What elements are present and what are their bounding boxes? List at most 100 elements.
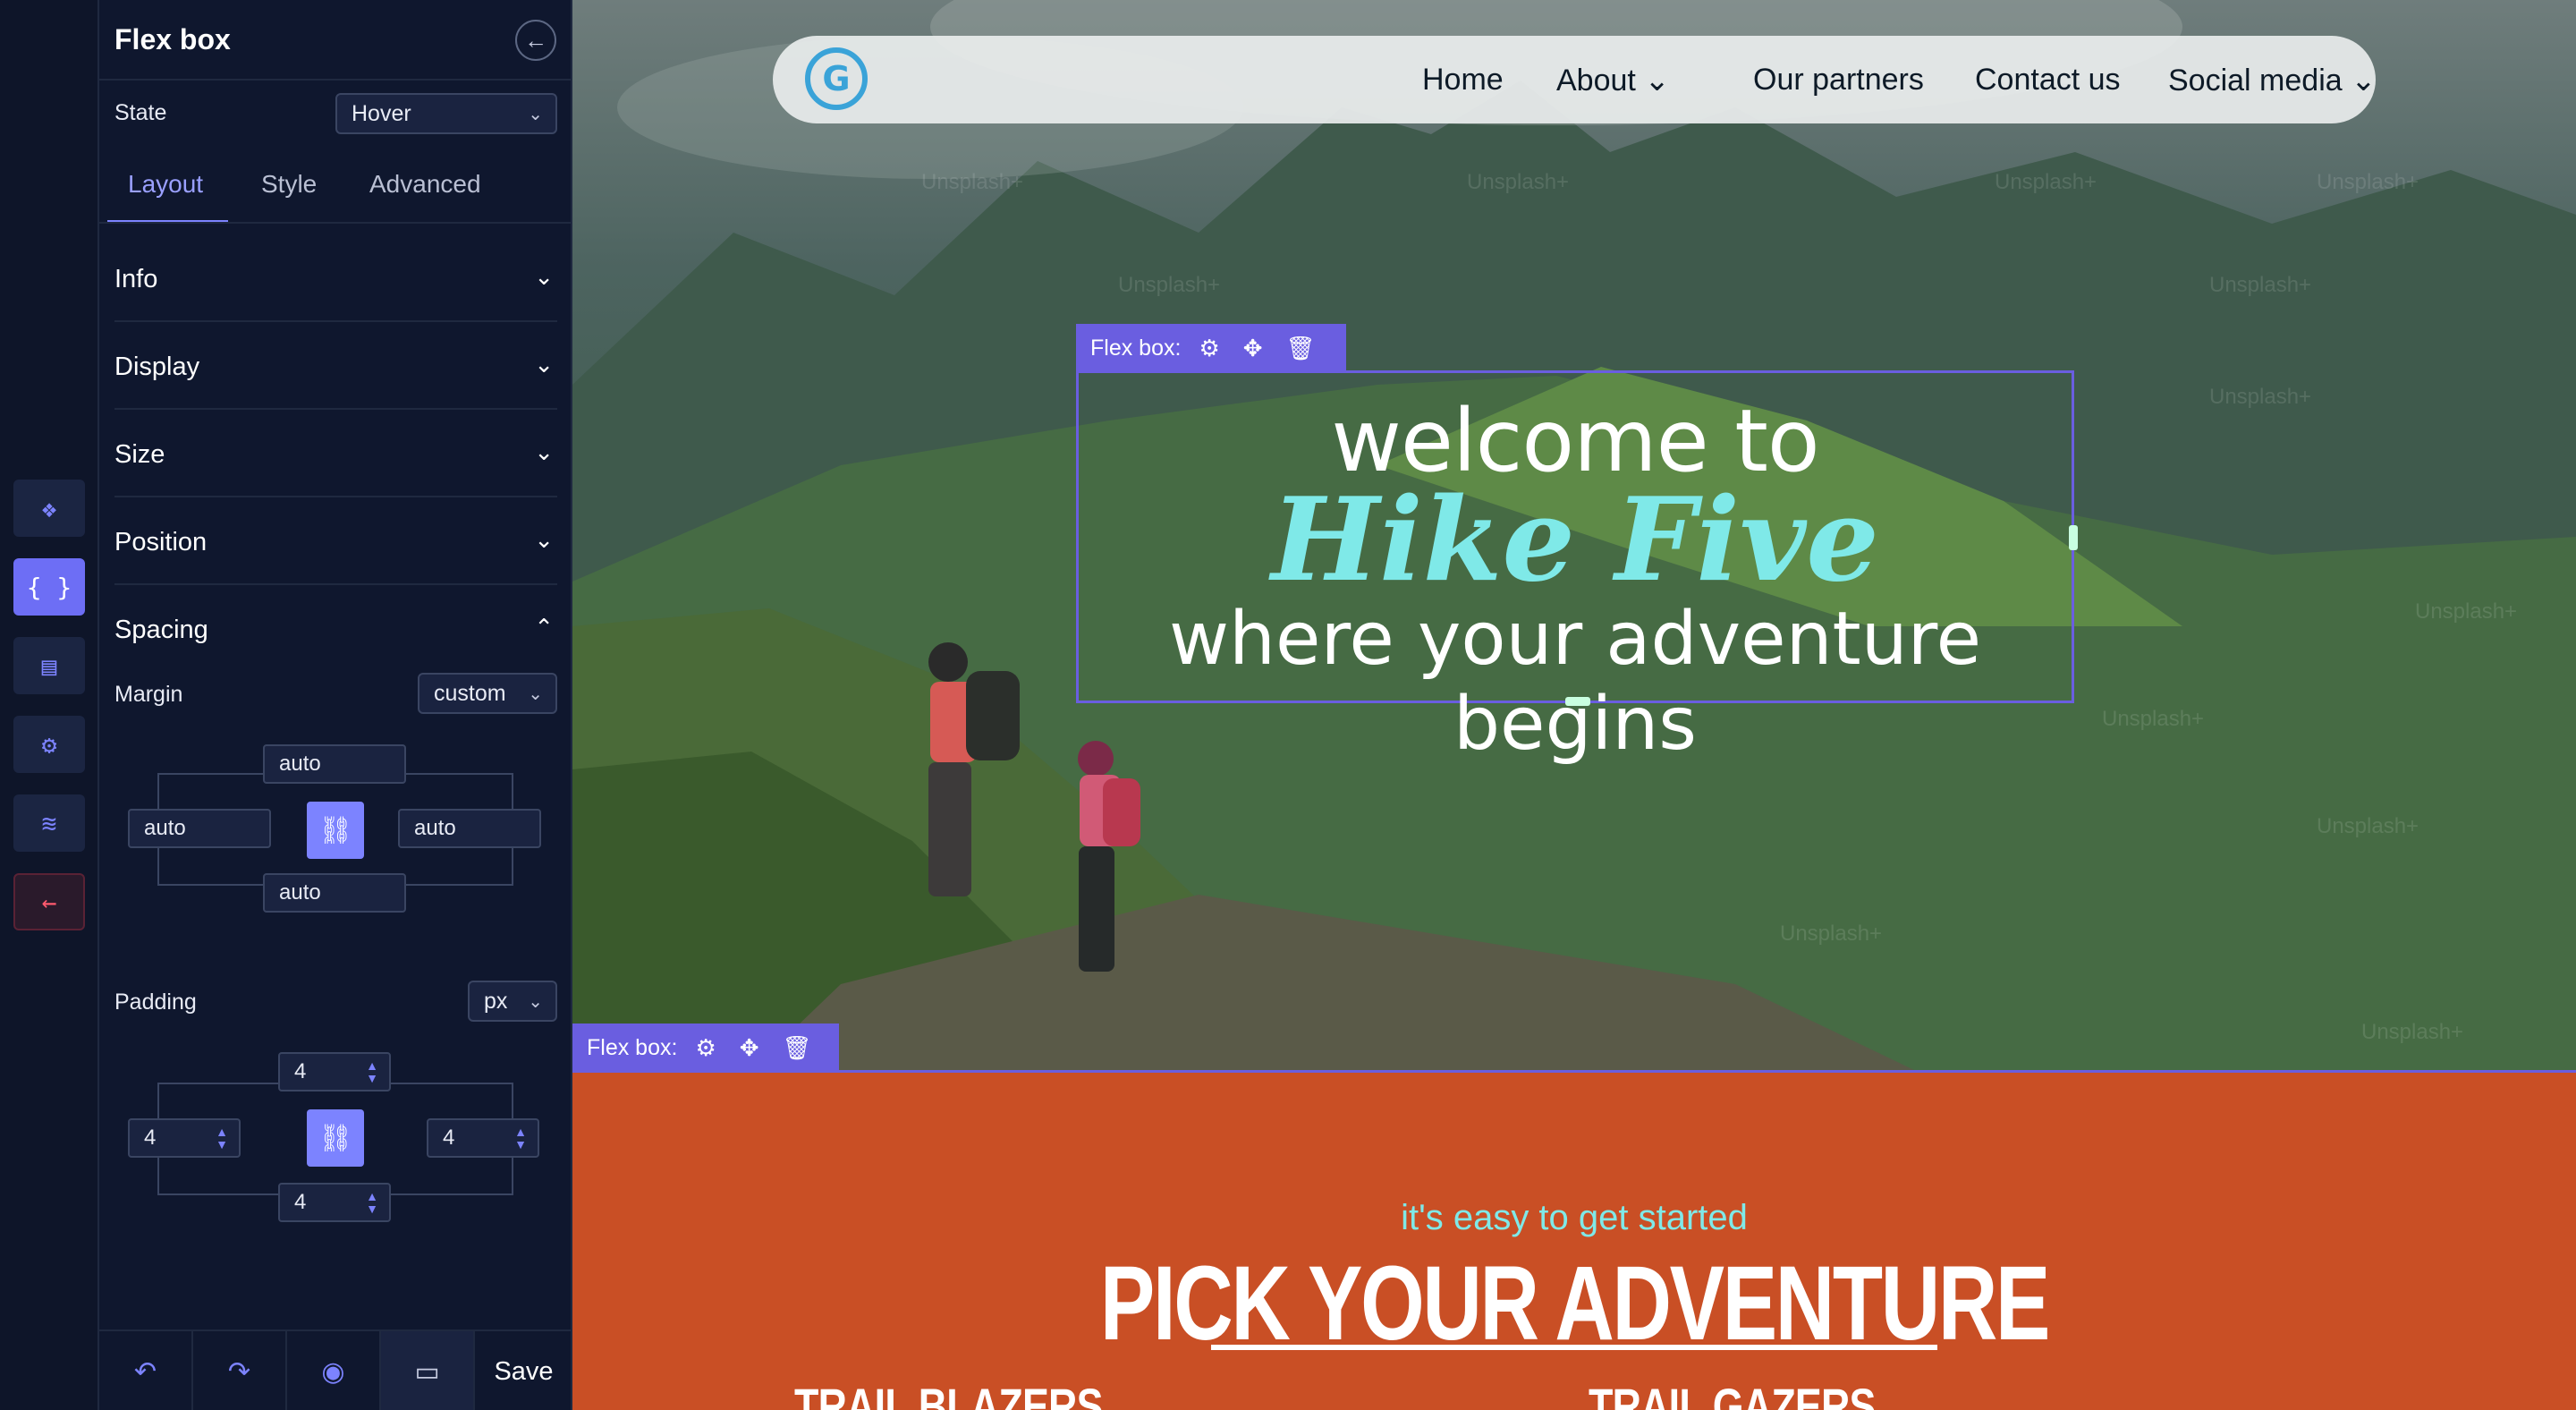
padding-top-value: 4 — [294, 1059, 307, 1083]
code-braces-icon[interactable]: { } — [13, 558, 85, 616]
stepper-icon[interactable]: ▲ ▼ — [216, 1125, 228, 1151]
watermark: Unsplash+ — [2317, 170, 2419, 194]
section-label: Size — [114, 440, 165, 469]
watermark: Unsplash+ — [1118, 273, 1221, 297]
redo-icon[interactable]: ↷ — [193, 1331, 287, 1410]
watermark: Unsplash+ — [1995, 170, 2097, 194]
state-label: State — [114, 100, 167, 125]
stepper-icon[interactable]: ▲ ▼ — [366, 1059, 378, 1084]
undo-icon[interactable]: ↶ — [99, 1331, 193, 1410]
exit-arrow-icon[interactable]: ← — [13, 873, 85, 930]
chevron-down-icon: ⌄ — [534, 263, 554, 290]
section-label: Info — [114, 265, 158, 293]
hero-section: Unsplash+ Unsplash+ Unsplash+ Unsplash+ … — [572, 0, 2576, 1070]
watermark: Unsplash+ — [1467, 170, 1570, 194]
margin-top-input[interactable]: auto — [263, 744, 406, 784]
flexbox-label: Flex box: — [1090, 335, 1182, 361]
nav-contact[interactable]: Contact us — [1975, 63, 2121, 98]
padding-left-input[interactable]: 4 ▲ ▼ — [128, 1118, 241, 1158]
padding-left-value: 4 — [144, 1125, 157, 1150]
link-icon[interactable]: ⛓ — [307, 1109, 364, 1167]
save-button[interactable]: Save — [475, 1331, 572, 1410]
chevron-down-icon: ⌄ — [534, 351, 554, 378]
hero-name: Hike Five — [1271, 473, 1879, 607]
hero-flexbox[interactable]: welcome to Hike Five where your adventur… — [1076, 370, 2078, 767]
chevron-down-icon: ⌄ — [2351, 64, 2377, 98]
layers-icon[interactable]: ≋ — [13, 794, 85, 852]
nav-about[interactable]: About ⌄ — [1556, 63, 1670, 98]
padding-unit-select[interactable]: px ⌄ — [468, 981, 557, 1022]
watermark: Unsplash+ — [2209, 385, 2312, 409]
title-underline — [1211, 1345, 1937, 1350]
flexbox-toolbar: Flex box: ⚙ ✥ 🗑 — [1076, 324, 1346, 372]
desktop-icon[interactable]: ▭ — [381, 1331, 475, 1410]
section-display[interactable]: Display ⌄ — [114, 324, 557, 410]
nav-social-label: Social media — [2168, 64, 2343, 98]
gear-icon[interactable]: ⚙ — [695, 1034, 716, 1062]
gear-icon[interactable]: ⚙ — [1199, 335, 1219, 362]
margin-unit-value: custom — [434, 680, 506, 706]
components-icon[interactable]: ❖ — [13, 480, 85, 537]
move-icon[interactable]: ✥ — [1243, 335, 1263, 362]
trash-icon[interactable]: 🗑 — [783, 1034, 812, 1062]
resize-handle[interactable] — [2069, 525, 2078, 550]
section-spacing[interactable]: Spacing ⌃ — [114, 587, 557, 673]
section-eyebrow: it's easy to get started — [1401, 1198, 1748, 1237]
margin-left-input[interactable]: auto — [128, 809, 271, 848]
flexbox-toolbar: Flex box: ⚙ ✥ 🗑 — [572, 1024, 839, 1070]
chevron-down-icon: ⌄ — [528, 105, 543, 124]
tab-layout[interactable]: Layout — [128, 170, 203, 199]
chevron-down-icon: ⌄ — [534, 526, 554, 553]
section-position[interactable]: Position ⌄ — [114, 499, 557, 585]
margin-unit-select[interactable]: custom ⌄ — [418, 673, 557, 714]
stepper-icon[interactable]: ▲ ▼ — [514, 1125, 527, 1151]
margin-label: Margin — [114, 682, 183, 707]
nav-home[interactable]: Home — [1422, 63, 1504, 98]
link-icon[interactable]: ⛓ — [307, 802, 364, 859]
adventure-section[interactable]: it's easy to get started PICK YOUR ADVEN… — [572, 1070, 2576, 1410]
move-icon[interactable]: ✥ — [740, 1034, 759, 1062]
padding-bottom-input[interactable]: 4 ▲ ▼ — [278, 1183, 391, 1222]
flexbox-label: Flex box: — [587, 1034, 678, 1060]
section-size[interactable]: Size ⌄ — [114, 412, 557, 497]
section-label: Spacing — [114, 616, 208, 644]
state-value: Hover — [352, 100, 411, 126]
section-label: Position — [114, 528, 208, 556]
margin-right-input[interactable]: auto — [398, 809, 541, 848]
panel-title: Flex box — [114, 23, 231, 55]
margin-bottom-input[interactable]: auto — [263, 873, 406, 913]
card-title: TRAIL BLAZERS — [794, 1378, 1103, 1410]
watermark: Unsplash+ — [1780, 922, 1883, 946]
stepper-icon[interactable]: ▲ ▼ — [366, 1190, 378, 1215]
nav-partners[interactable]: Our partners — [1753, 63, 1924, 98]
padding-top-input[interactable]: 4 ▲ ▼ — [278, 1052, 391, 1091]
gear-icon[interactable]: ⚙ — [13, 716, 85, 773]
nav-social[interactable]: Social media ⌄ — [2168, 63, 2377, 98]
panel-bottom-bar: ↶ ↷ ◉ ▭ Save — [99, 1329, 572, 1410]
trash-icon[interactable]: 🗑 — [1286, 335, 1316, 362]
eye-icon[interactable]: ◉ — [287, 1331, 381, 1410]
back-arrow-icon[interactable]: ← — [515, 20, 556, 61]
padding-right-value: 4 — [443, 1125, 455, 1150]
tab-advanced[interactable]: Advanced — [369, 170, 481, 199]
tab-style[interactable]: Style — [261, 170, 317, 199]
book-icon[interactable]: ▤ — [13, 637, 85, 694]
padding-right-input[interactable]: 4 ▲ ▼ — [427, 1118, 539, 1158]
padding-unit-value: px — [484, 988, 508, 1014]
properties-panel: Flex box ← State Hover ⌄ Layout Style Ad… — [99, 0, 572, 1410]
padding-bottom-value: 4 — [294, 1190, 307, 1214]
chevron-down-icon: ⌄ — [528, 992, 543, 1012]
site-navbar: G Home About ⌄ Our partners Contact us S… — [773, 36, 2377, 123]
chevron-down-icon: ⌄ — [528, 684, 543, 704]
section-info[interactable]: Info ⌄ — [114, 236, 557, 322]
watermark: Unsplash+ — [2317, 814, 2419, 838]
page-canvas: Unsplash+ Unsplash+ Unsplash+ Unsplash+ … — [572, 0, 2576, 1410]
state-select[interactable]: Hover ⌄ — [335, 93, 557, 134]
divider — [99, 222, 572, 224]
chevron-down-icon: ⌄ — [534, 438, 554, 465]
chevron-up-icon: ⌃ — [534, 614, 554, 641]
section-label: Display — [114, 352, 200, 381]
logo-icon[interactable]: G — [805, 47, 868, 110]
watermark: Unsplash+ — [2361, 1020, 2464, 1044]
resize-handle[interactable] — [1565, 697, 1590, 706]
